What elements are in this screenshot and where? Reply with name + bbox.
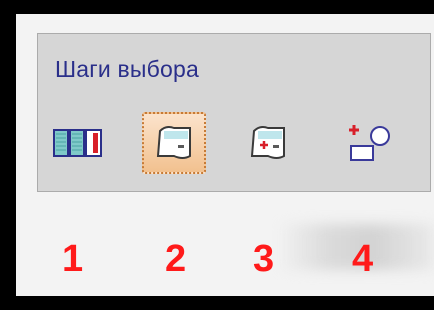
selection-steps-panel: Шаги выбора	[37, 33, 431, 192]
pick-element-icon	[156, 126, 191, 159]
multiple-panels-icon	[53, 129, 102, 157]
add-shapes-icon	[349, 125, 390, 161]
step-number-2: 2	[165, 238, 187, 280]
tool-button-4[interactable]	[338, 112, 398, 174]
step-number-1: 1	[62, 238, 84, 280]
tool-button-3[interactable]	[238, 112, 298, 174]
step-number-3: 3	[253, 238, 275, 280]
tool-button-1[interactable]	[48, 112, 108, 174]
screenshot-area: Шаги выбора 1 2 3 4	[16, 14, 434, 296]
step-number-4: 4	[352, 238, 374, 280]
add-to-selection-icon	[250, 126, 285, 159]
tool-button-2[interactable]	[142, 112, 206, 174]
panel-title: Шаги выбора	[55, 56, 199, 82]
